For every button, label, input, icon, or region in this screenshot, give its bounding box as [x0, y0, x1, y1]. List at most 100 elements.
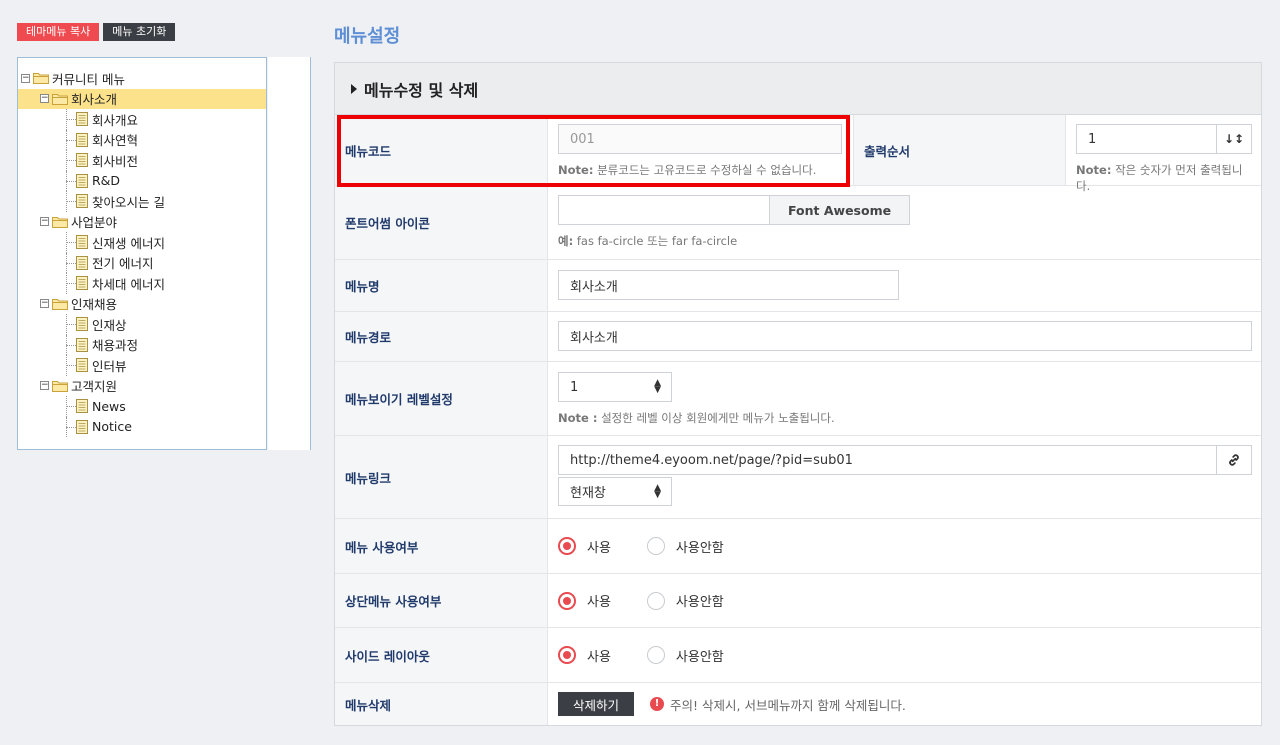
tree-label: 인재상	[92, 317, 127, 333]
collapse-icon[interactable]: −	[40, 217, 49, 227]
top-menu-use-row: 상단메뉴 사용여부 사용 사용안함	[335, 574, 1261, 628]
tree-strip	[268, 57, 310, 450]
tree-label: News	[92, 398, 126, 414]
menu-level-label: 메뉴보이기 레벨설정	[335, 362, 548, 435]
collapse-icon[interactable]: −	[40, 299, 49, 309]
document-icon	[76, 153, 88, 168]
document-icon	[76, 276, 88, 291]
menu-name-input[interactable]: 회사소개	[558, 270, 899, 300]
menu-tree: − 커뮤니티 메뉴 − 회사소개 회사개요 회사연혁 회사비전 R&D 찾아오시는 길 − 사업분야…	[17, 57, 267, 450]
tree-item[interactable]: 회사연혁	[18, 129, 266, 150]
tree-toolbar: 테마메뉴 복사 메뉴 초기화	[17, 23, 176, 41]
menu-delete-label: 메뉴삭제	[335, 683, 548, 725]
menu-level-note: Note : 설정한 레벨 이상 회원에게만 메뉴가 노출됩니다.	[558, 411, 835, 425]
tree-label: 인터뷰	[92, 358, 127, 374]
menu-code-note: Note: 분류코드는 고유코드로 수정하실 수 없습니다.	[558, 163, 817, 177]
order-label: 출력순서	[853, 115, 1066, 185]
tree-item[interactable]: News	[18, 396, 266, 417]
side-layout-label: 사이드 레이아웃	[335, 628, 548, 682]
tree-item[interactable]: Notice	[18, 416, 266, 437]
menu-name-row: 메뉴명 회사소개	[335, 260, 1261, 312]
folder-icon	[52, 298, 68, 310]
tree-label: 전기 에너지	[92, 256, 154, 272]
document-icon	[76, 235, 88, 250]
tree-label: R&D	[92, 173, 121, 189]
tree-label: 차세대 에너지	[92, 276, 165, 292]
menu-code-label: 메뉴코드	[335, 115, 548, 185]
tree-item[interactable]: 인재상	[18, 314, 266, 335]
folder-icon	[52, 93, 68, 105]
tree-label: 신재생 에너지	[92, 235, 165, 251]
copy-theme-menu-button[interactable]: 테마메뉴 복사	[17, 23, 100, 41]
fa-icon-row: 폰트어썸 아이콘 Font Awesome 예: fas fa-circle 또…	[335, 186, 1261, 260]
document-icon	[76, 132, 88, 147]
font-awesome-button[interactable]: Font Awesome	[770, 195, 911, 225]
top-menu-use-no-radio[interactable]: 사용안함	[646, 591, 724, 610]
tree-item[interactable]: 인터뷰	[18, 355, 266, 376]
menu-name-label: 메뉴명	[335, 260, 548, 311]
menu-link-label: 메뉴링크	[335, 436, 548, 518]
tree-label: 회사개요	[92, 112, 139, 128]
document-icon	[76, 337, 88, 352]
menu-use-yes-radio[interactable]: 사용	[558, 537, 611, 556]
fa-icon-note: 예: fas fa-circle 또는 far fa-circle	[558, 234, 738, 248]
menu-delete-row: 메뉴삭제 삭제하기 ! 주의! 삭제시, 서브메뉴까지 함께 삭제됩니다.	[335, 683, 1261, 725]
tree-item[interactable]: 찾아오시는 길	[18, 191, 266, 212]
tree-label: Notice	[92, 419, 132, 435]
tree-item[interactable]: 회사개요	[18, 109, 266, 130]
document-icon	[76, 399, 88, 414]
order-input[interactable]: 1	[1076, 124, 1217, 154]
menu-link-input[interactable]: http://theme4.eyoom.net/page/?pid=sub01	[558, 445, 1217, 475]
tree-item[interactable]: 차세대 에너지	[18, 273, 266, 294]
menu-path-row: 메뉴경로 회사소개	[335, 312, 1261, 362]
collapse-icon[interactable]: −	[40, 94, 49, 104]
menu-path-input[interactable]: 회사소개	[558, 321, 1252, 351]
link-target-select[interactable]: 현재창 ▲ ▼	[558, 477, 672, 506]
menu-level-row: 메뉴보이기 레벨설정 1 ▲ ▼ Note : 설정한 레벨 이상 회원에게만 메…	[335, 362, 1261, 436]
panel-title: 메뉴수정 및 삭제	[364, 80, 479, 100]
link-icon[interactable]	[1217, 445, 1252, 475]
tree-item[interactable]: 채용과정	[18, 334, 266, 355]
tree-item[interactable]: 회사비전	[18, 150, 266, 171]
tree-label: 회사연혁	[92, 133, 139, 149]
sort-order-icon[interactable]: ↓↕	[1217, 124, 1252, 154]
tree-label: 사업분야	[71, 215, 118, 231]
fa-icon-input[interactable]	[558, 195, 770, 225]
folder-icon	[33, 73, 49, 85]
folder-icon	[52, 216, 68, 228]
tree-divider	[310, 57, 311, 450]
tree-label: 커뮤니티 메뉴	[52, 71, 125, 87]
folder-icon	[52, 380, 68, 392]
collapse-icon[interactable]: −	[21, 73, 30, 83]
menu-use-row: 메뉴 사용여부 사용 사용안함	[335, 519, 1261, 574]
menu-level-select[interactable]: 1 ▲ ▼	[558, 372, 672, 402]
tree-item[interactable]: 전기 에너지	[18, 252, 266, 273]
delete-menu-button[interactable]: 삭제하기	[558, 692, 635, 716]
tree-folder[interactable]: − 사업분야	[18, 212, 266, 233]
side-layout-yes-radio[interactable]: 사용	[558, 646, 611, 665]
menu-code-input[interactable]: 001	[558, 124, 842, 154]
menu-link-row: 메뉴링크 http://theme4.eyoom.net/page/?pid=s…	[335, 436, 1261, 519]
menu-use-label: 메뉴 사용여부	[335, 519, 548, 573]
document-icon	[76, 317, 88, 332]
document-icon	[76, 112, 88, 127]
updown-arrows-icon: ▲ ▼	[654, 378, 661, 395]
top-menu-use-yes-radio[interactable]: 사용	[558, 591, 611, 610]
tree-folder[interactable]: − 커뮤니티 메뉴	[18, 68, 266, 89]
tree-item[interactable]: 신재생 에너지	[18, 232, 266, 253]
tree-folder[interactable]: − 고객지원	[18, 376, 266, 397]
menu-path-label: 메뉴경로	[335, 312, 548, 361]
side-layout-no-radio[interactable]: 사용안함	[646, 646, 724, 665]
updown-arrows-icon: ▲ ▼	[654, 482, 661, 500]
menu-code-row: 메뉴코드 001 Note: 분류코드는 고유코드로 수정하실 수 없습니다. …	[335, 115, 1261, 193]
reset-menu-button[interactable]: 메뉴 초기화	[103, 23, 176, 41]
tree-label: 고객지원	[71, 379, 118, 395]
panel-header: 메뉴수정 및 삭제	[335, 63, 1261, 115]
collapse-icon[interactable]: −	[40, 381, 49, 391]
tree-folder[interactable]: − 회사소개	[18, 88, 266, 109]
menu-use-no-radio[interactable]: 사용안함	[646, 537, 724, 556]
tree-item[interactable]: R&D	[18, 170, 266, 191]
tree-folder[interactable]: − 인재채용	[18, 294, 266, 315]
tree-label: 찾아오시는 길	[92, 194, 165, 210]
tree-label: 회사비전	[92, 153, 139, 169]
